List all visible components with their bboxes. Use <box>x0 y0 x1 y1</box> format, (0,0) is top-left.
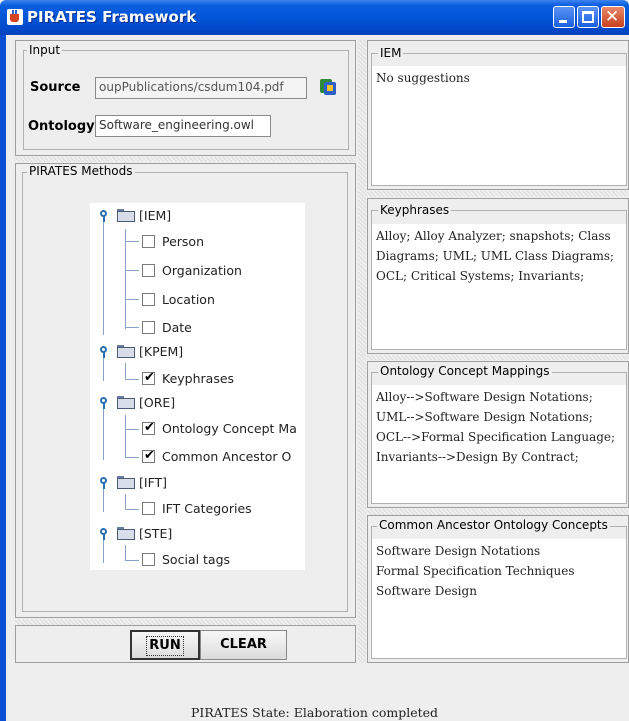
tree-leaf-label: Keyphrases <box>162 371 235 386</box>
source-label: Source <box>30 80 81 95</box>
maximize-icon <box>582 11 594 23</box>
tree-leaf-label: Common Ancestor O <box>162 449 292 464</box>
status-text: PIRATES State: Elaboration completed <box>191 705 439 720</box>
common-ancestor-title: Common Ancestor Ontology Concepts <box>377 518 610 532</box>
tree-leaf-label: Ontology Concept Ma <box>162 421 297 436</box>
ontology-mappings-title: Ontology Concept Mappings <box>378 364 552 378</box>
run-button[interactable]: RUN <box>130 630 200 660</box>
folder-icon <box>117 527 135 540</box>
checkbox[interactable]: ✔ <box>142 420 155 435</box>
tree-node-iem[interactable]: [IEM] <box>90 205 305 227</box>
ancestor-line: Software Design <box>376 584 477 598</box>
ancestor-line: Formal Specification Techniques <box>376 564 575 578</box>
horizontal-splitter-top[interactable] <box>15 157 356 162</box>
tree-leaf-label: Organization <box>162 263 242 278</box>
vertical-splitter[interactable] <box>358 40 366 663</box>
tree-leaf-date[interactable]: Date <box>90 319 305 341</box>
close-icon: ✕ <box>605 7 620 27</box>
keyphrases-line: OCL; Critical Systems; Invariants; <box>376 269 585 283</box>
tree-leaf-organization[interactable]: Organization <box>90 262 305 284</box>
tree-node-kpem[interactable]: [KPEM] <box>90 341 305 363</box>
iem-text: No suggestions <box>376 71 470 85</box>
tree-node-ore[interactable]: [ORE] <box>90 392 305 414</box>
checkbox[interactable]: ✔ <box>142 448 155 463</box>
tree-handle-icon[interactable] <box>98 528 110 540</box>
tree-node-label: [KPEM] <box>139 344 184 359</box>
input-group-title: Input <box>27 43 63 57</box>
checkbox[interactable] <box>142 553 155 566</box>
tree-leaf-ontology-concept[interactable]: ✔ Ontology Concept Ma <box>90 420 305 442</box>
check-mark-icon: ✔ <box>144 420 155 435</box>
mapping-line: Alloy-->Software Design Notations; <box>376 390 593 404</box>
keyphrases-line: Diagrams; UML; UML Class Diagrams; <box>376 249 615 263</box>
source-field[interactable]: oupPublications/csdum104.pdf <box>95 77 307 99</box>
tree-node-ste[interactable]: [STE] <box>90 523 305 545</box>
maximize-button[interactable] <box>577 6 599 28</box>
checkbox[interactable] <box>142 321 155 334</box>
tree-leaf-ift-categories[interactable]: IFT Categories <box>90 500 305 522</box>
browse-file-icon[interactable] <box>318 76 338 98</box>
ontology-mappings-output[interactable]: Alloy-->Software Design Notations; UML--… <box>372 385 626 503</box>
right-splitter-1[interactable] <box>367 191 629 197</box>
folder-icon <box>117 476 135 489</box>
methods-group-title: PIRATES Methods <box>27 164 135 178</box>
tree-leaf-label: Date <box>162 320 192 335</box>
tree-leaf-common-ancestor[interactable]: ✔ Common Ancestor O <box>90 448 305 470</box>
common-ancestor-output[interactable]: Software Design Notations Formal Specifi… <box>372 539 626 658</box>
clear-button[interactable]: CLEAR <box>200 630 287 660</box>
ontology-field[interactable]: Software_engineering.owl <box>95 115 271 137</box>
mapping-line: OCL-->Formal Specification Language; <box>376 430 616 444</box>
checkbox[interactable] <box>142 235 155 248</box>
ancestor-line: Software Design Notations <box>376 544 541 558</box>
tree-leaf-social-tags[interactable]: Social tags <box>90 551 305 573</box>
iem-output[interactable]: No suggestions <box>372 66 626 185</box>
tree-leaf-label: Social tags <box>162 552 231 567</box>
tree-handle-icon[interactable] <box>98 346 110 358</box>
window-title: PIRATES Framework <box>27 8 197 26</box>
mapping-line: UML-->Software Design Notations; <box>376 410 593 424</box>
java-cup-icon <box>7 9 23 25</box>
ontology-label: Ontology <box>28 119 95 134</box>
checkbox[interactable] <box>142 264 155 277</box>
checkbox[interactable] <box>142 293 155 306</box>
tree-leaf-keyphrases[interactable]: ✔ Keyphrases <box>90 370 305 392</box>
tree-node-label: [IEM] <box>139 208 172 223</box>
tree-handle-icon[interactable] <box>98 397 110 409</box>
run-button-label: RUN <box>146 636 184 656</box>
check-mark-icon: ✔ <box>144 370 155 385</box>
right-splitter-2[interactable] <box>367 355 629 360</box>
tree-leaf-location[interactable]: Location <box>90 291 305 313</box>
check-mark-icon: ✔ <box>144 448 155 463</box>
tree-node-label: [IFT] <box>139 475 168 490</box>
mapping-line: Invariants-->Design By Contract; <box>376 450 579 464</box>
checkbox[interactable]: ✔ <box>142 370 155 385</box>
window-frame-left <box>0 35 6 721</box>
tree-leaf-label: Person <box>162 234 205 249</box>
folder-icon <box>117 209 135 222</box>
folder-icon <box>117 345 135 358</box>
tree-handle-icon[interactable] <box>98 210 110 222</box>
clear-button-label: CLEAR <box>220 637 267 652</box>
checkbox[interactable] <box>142 502 155 515</box>
keyphrases-line: Alloy; Alloy Analyzer; snapshots; Class <box>376 229 611 243</box>
folder-icon <box>117 396 135 409</box>
minimize-icon <box>559 20 567 23</box>
keyphrases-output[interactable]: Alloy; Alloy Analyzer; snapshots; Class … <box>372 224 626 349</box>
tree-leaf-label: Location <box>162 292 215 307</box>
tree-node-label: [STE] <box>139 526 173 541</box>
tree-node-label: [ORE] <box>139 395 176 410</box>
tree-handle-icon[interactable] <box>98 477 110 489</box>
tree-node-ift[interactable]: [IFT] <box>90 472 305 494</box>
iem-title: IEM <box>378 46 404 60</box>
minimize-button[interactable] <box>553 6 575 28</box>
tree-leaf-label: IFT Categories <box>162 501 252 516</box>
title-bar[interactable]: PIRATES Framework ✕ <box>0 0 629 35</box>
close-button[interactable]: ✕ <box>601 6 625 28</box>
methods-tree: [IEM] Person Organization Location Date … <box>90 203 305 570</box>
keyphrases-title: Keyphrases <box>378 203 452 217</box>
tree-leaf-person[interactable]: Person <box>90 233 305 255</box>
